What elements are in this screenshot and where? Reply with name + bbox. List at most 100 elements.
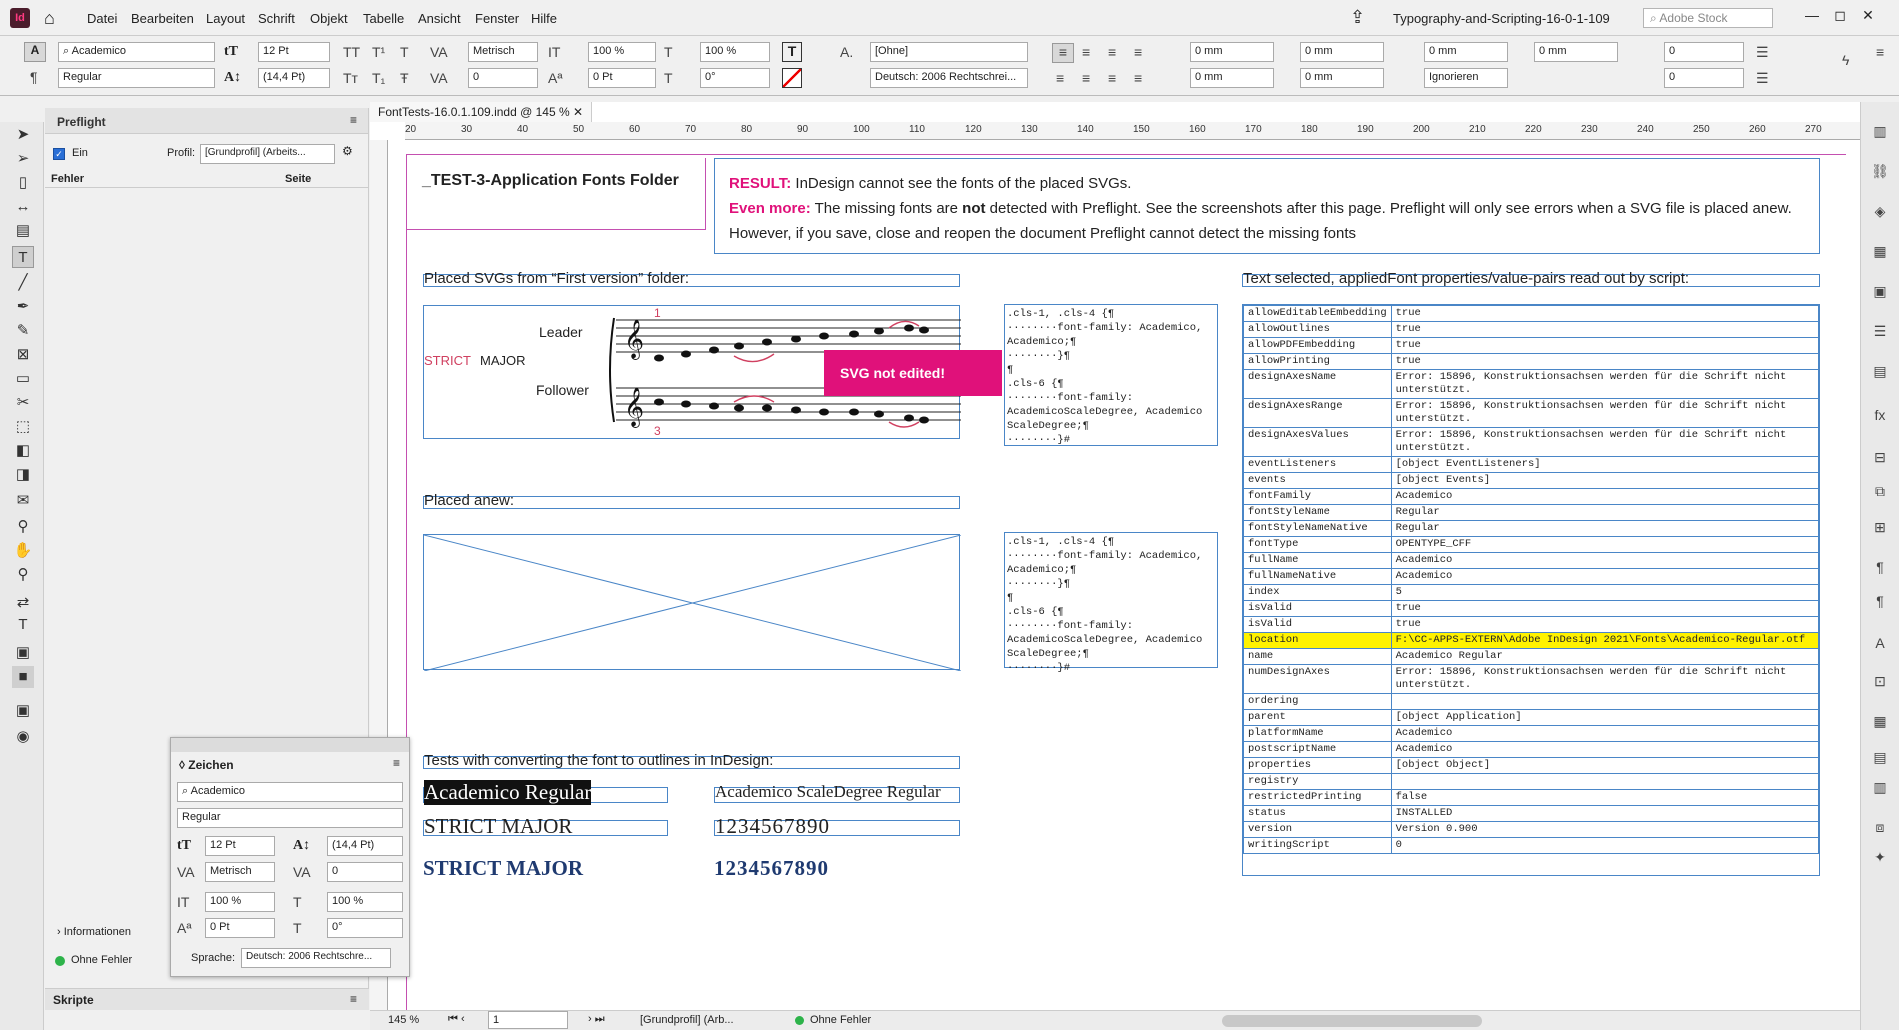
- paragraph-icon[interactable]: ¶: [1869, 556, 1891, 578]
- result-frame[interactable]: RESULT: InDesign cannot see the fonts of…: [714, 158, 1820, 254]
- preview-mode-icon[interactable]: ◉: [12, 726, 34, 748]
- drop-cap-lines-field[interactable]: 0: [1664, 42, 1744, 62]
- text-stroke-icon[interactable]: [782, 68, 802, 88]
- table-row[interactable]: properties [object Object]: [1243, 757, 1819, 774]
- academico-regular-frame[interactable]: Academico Regular: [423, 780, 668, 805]
- links-icon[interactable]: ⛓: [1869, 160, 1891, 182]
- numbered-list-icon[interactable]: ☰: [1756, 70, 1769, 87]
- kerning-field[interactable]: Metrisch: [468, 42, 538, 62]
- align-right-icon[interactable]: ≡: [1108, 44, 1116, 60]
- menu-bearbeiten[interactable]: Bearbeiten: [131, 11, 194, 26]
- table-row[interactable]: fullNameNative Academico: [1243, 568, 1819, 585]
- eyedropper-tool-icon[interactable]: ⚲: [12, 516, 34, 538]
- zeichen-baseline-field[interactable]: 0 Pt: [205, 918, 275, 938]
- table-row[interactable]: parent [object Application]: [1243, 709, 1819, 726]
- left-indent-field[interactable]: 0 mm: [1190, 42, 1274, 62]
- character-panel[interactable]: ◊ Zeichen ≡ ⌕ Academico Regular tT 12 Pt…: [170, 737, 410, 977]
- close-icon[interactable]: ✕: [1856, 3, 1880, 27]
- document-tab[interactable]: FontTests-16.0.1.109.indd @ 145 % ✕: [370, 102, 593, 122]
- paragraph-styles-icon[interactable]: ☰: [1869, 320, 1891, 342]
- page-number-field[interactable]: 1: [488, 1011, 568, 1029]
- stroke-icon[interactable]: ▦: [1869, 240, 1891, 262]
- pencil-tool-icon[interactable]: ✎: [12, 320, 34, 342]
- table-row[interactable]: ordering: [1243, 693, 1819, 710]
- type-tool-icon[interactable]: T: [12, 246, 34, 268]
- first-line-indent-field[interactable]: 0 mm: [1190, 68, 1274, 88]
- stock-search-input[interactable]: ⌕ Adobe Stock: [1643, 8, 1773, 28]
- profile-select[interactable]: [Grundprofil] (Arbeits...: [200, 144, 335, 164]
- placed-svg-label-frame[interactable]: Placed SVGs from “First version” folder:: [423, 270, 960, 287]
- justify-icon[interactable]: ≡: [1134, 44, 1142, 60]
- rectangle-tool-icon[interactable]: ▭: [12, 368, 34, 390]
- para-mode-icon[interactable]: ¶: [30, 69, 38, 85]
- home-icon[interactable]: ⌂: [44, 8, 55, 29]
- menu-ansicht[interactable]: Ansicht: [418, 11, 461, 26]
- swatches-icon[interactable]: ▣: [1869, 280, 1891, 302]
- justify-right-icon[interactable]: ≡: [1108, 70, 1116, 86]
- zeichen-kerning-field[interactable]: Metrisch: [205, 862, 275, 882]
- academico-regular-selected[interactable]: Academico Regular: [424, 780, 592, 805]
- zoom-level[interactable]: 145 %: [388, 1014, 419, 1026]
- table-row[interactable]: allowPrinting true: [1243, 353, 1819, 370]
- apply-container-icon[interactable]: ▣: [12, 642, 34, 664]
- svg-music-frame[interactable]: 𝄞 𝄞 STRICT MAJOR Leader Follower 1 3 SVG…: [423, 305, 1002, 439]
- vertical-scale-field[interactable]: 100 %: [588, 42, 656, 62]
- char-style-field[interactable]: [Ohne]: [870, 42, 1028, 62]
- zeichen-skew-field[interactable]: 0°: [327, 918, 403, 938]
- zeichen-hscale-field[interactable]: 100 %: [327, 892, 403, 912]
- table-row[interactable]: isValid true: [1243, 616, 1819, 633]
- menu-schrift[interactable]: Schrift: [258, 11, 295, 26]
- heading-frame[interactable]: _TEST-3-Application Fonts Folder: [406, 158, 706, 230]
- pen-tool-icon[interactable]: ✒: [12, 296, 34, 318]
- table-row[interactable]: designAxesRange Error: 15896, Konstruktio…: [1243, 398, 1819, 428]
- strikethrough-icon[interactable]: Ŧ: [400, 70, 409, 86]
- table-row[interactable]: fontStyleName Regular: [1243, 504, 1819, 521]
- gap-tool-icon[interactable]: ↔: [12, 196, 34, 218]
- content-collector-icon[interactable]: ▤: [12, 220, 34, 242]
- table-row[interactable]: version Version 0.900: [1243, 821, 1819, 838]
- next-page-icon[interactable]: › ⏭: [588, 1013, 605, 1026]
- css-code-frame-1[interactable]: .cls-1, .cls-4 {¶ ········font-family: Ac…: [1004, 304, 1218, 446]
- align-left-icon[interactable]: ≡: [1052, 43, 1074, 63]
- table-row[interactable]: restrictedPrinting false: [1243, 789, 1819, 806]
- placed-anew-label-frame[interactable]: Placed anew:: [423, 492, 960, 509]
- table-row[interactable]: allowOutlines true: [1243, 321, 1819, 338]
- horizontal-scale-field[interactable]: 100 %: [700, 42, 770, 62]
- table-row[interactable]: name Academico Regular: [1243, 648, 1819, 665]
- panel-menu-icon[interactable]: ≡: [350, 992, 357, 1006]
- table-row[interactable]: fontFamily Academico: [1243, 488, 1819, 505]
- leading-field[interactable]: (14,4 Pt): [258, 68, 330, 88]
- zeichen-font-field[interactable]: ⌕ Academico: [177, 782, 403, 802]
- tracking-field[interactable]: 0: [468, 68, 538, 88]
- font-size-field[interactable]: 12 Pt: [258, 42, 330, 62]
- panel-menu-icon[interactable]: ≡: [393, 756, 400, 770]
- table-row[interactable]: status INSTALLED: [1243, 805, 1819, 822]
- page-tool-icon[interactable]: ▯: [12, 172, 34, 194]
- preflight-profile-status[interactable]: [Grundprofil] (Arb...: [640, 1014, 734, 1026]
- scripts-icon[interactable]: ✦: [1869, 846, 1891, 868]
- panel-menu-icon[interactable]: ≡: [350, 113, 357, 127]
- hand-tool-icon[interactable]: ✋: [12, 540, 34, 562]
- share-icon[interactable]: ⇪: [1350, 7, 1365, 28]
- close-tab-icon[interactable]: ✕: [573, 105, 583, 119]
- drop-cap-chars-field[interactable]: 0: [1664, 68, 1744, 88]
- table-row[interactable]: allowEditableEmbedding true: [1243, 305, 1819, 322]
- frame-tool-icon[interactable]: ⊠: [12, 344, 34, 366]
- horizontal-scrollbar[interactable]: [1222, 1015, 1482, 1027]
- table-row[interactable]: fontStyleNameNative Regular: [1243, 520, 1819, 537]
- align-center-icon[interactable]: ≡: [1082, 44, 1090, 60]
- char-styles-icon[interactable]: ¶: [1869, 590, 1891, 612]
- table-row[interactable]: designAxesName Error: 15896, Konstruktion…: [1243, 369, 1819, 399]
- direct-selection-tool-icon[interactable]: ➢: [12, 148, 34, 170]
- scripts-panel-header[interactable]: Skripte ≡: [45, 988, 369, 1010]
- menu-datei[interactable]: Datei: [87, 11, 117, 26]
- skew-field[interactable]: 0°: [700, 68, 770, 88]
- pathfinder-icon[interactable]: ⧉: [1869, 480, 1891, 502]
- menu-objekt[interactable]: Objekt: [310, 11, 348, 26]
- free-transform-tool-icon[interactable]: ⬚: [12, 416, 34, 438]
- table-row[interactable]: registry: [1243, 773, 1819, 790]
- strict-major-frame[interactable]: STRICT MAJOR: [423, 814, 668, 838]
- small-caps-icon[interactable]: Tт: [343, 70, 358, 86]
- zeichen-size-field[interactable]: 12 Pt: [205, 836, 275, 856]
- minimize-icon[interactable]: —: [1800, 3, 1824, 27]
